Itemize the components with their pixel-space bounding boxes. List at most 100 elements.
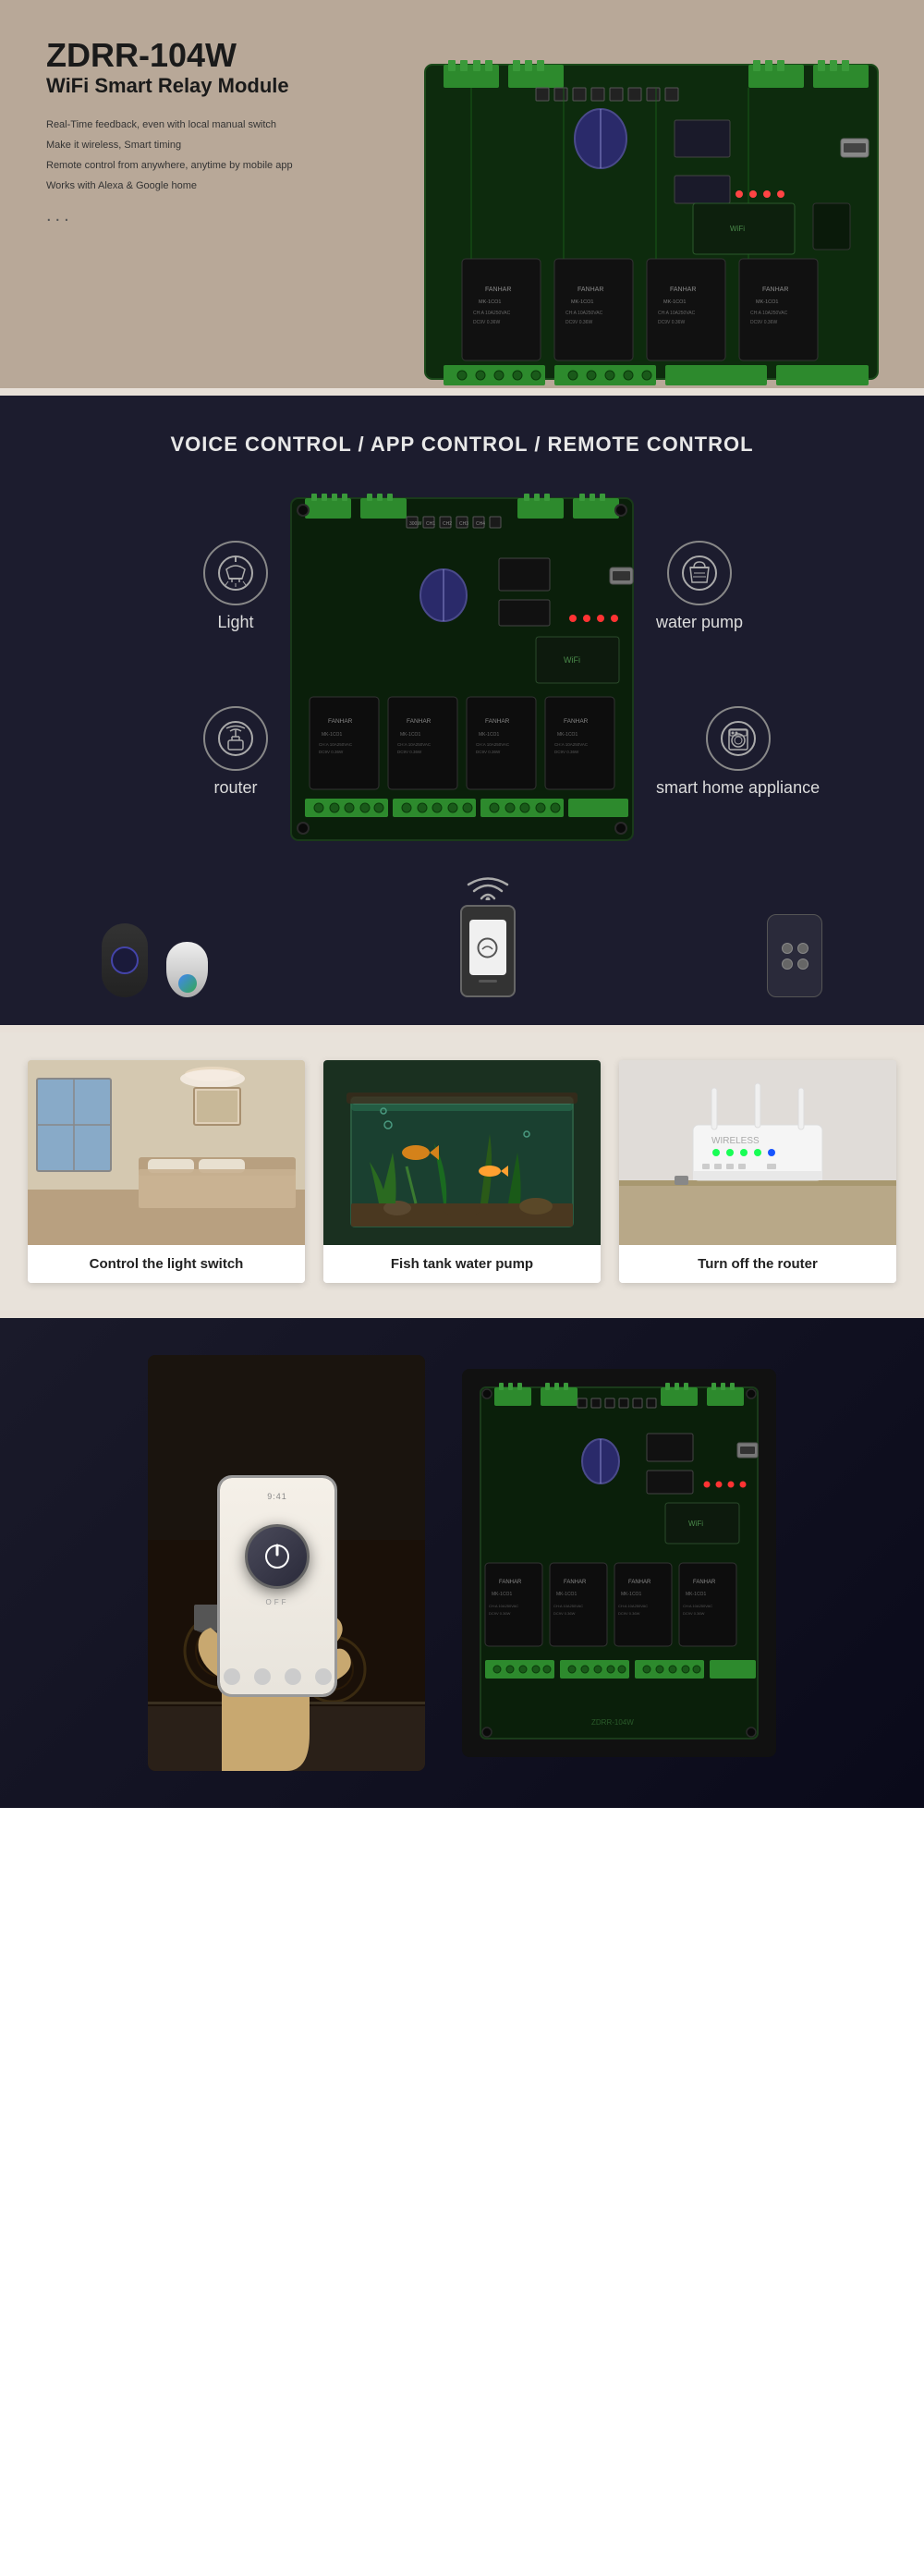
fishtank-photo xyxy=(323,1060,601,1245)
app-top-bar: 9:41 xyxy=(267,1492,287,1501)
app-pcb-right: WiFi FANHAR FANHAR FANHAR FANHAR MK-1CO1… xyxy=(462,1369,776,1757)
svg-text:DC9V 0.36W: DC9V 0.36W xyxy=(750,320,777,325)
svg-text:MK-1CO1: MK-1CO1 xyxy=(479,299,501,305)
pcb-center-image: 300W CH1 CH2 CH3 CH4 WiFi xyxy=(286,494,638,845)
svg-text:CH3: CH3 xyxy=(459,521,468,527)
off-label: OFF xyxy=(266,1598,289,1606)
router-label: router xyxy=(213,778,257,798)
svg-text:CH:A 10A250VAC: CH:A 10A250VAC xyxy=(554,742,589,747)
svg-text:DC9V 0.36W: DC9V 0.36W xyxy=(319,750,344,754)
svg-text:DC9V 0.36W: DC9V 0.36W xyxy=(397,750,422,754)
smart-home-icon-circle xyxy=(706,706,771,771)
svg-text:300W: 300W xyxy=(409,521,421,527)
svg-text:MK-1CO1: MK-1CO1 xyxy=(479,732,499,738)
svg-text:CH1: CH1 xyxy=(426,521,435,527)
feature-2: Make it wireless, Smart timing xyxy=(46,135,293,155)
fishtank-caption: Fish tank water pump xyxy=(323,1245,601,1283)
feature-3: Remote control from anywhere, anytime by… xyxy=(46,155,293,176)
smartphone-icon xyxy=(460,905,516,997)
svg-text:CH:A 10A250VAC: CH:A 10A250VAC xyxy=(553,1604,583,1608)
light-icon-block: Light xyxy=(203,541,268,632)
photo-cards-container: Control the light switch xyxy=(18,1060,906,1283)
app-section: 9:41 OFF xyxy=(0,1318,924,1808)
svg-text:DC9V 0.36W: DC9V 0.36W xyxy=(554,750,579,754)
product-model: ZDRR-104W xyxy=(46,37,293,74)
app-nav-icon-1[interactable] xyxy=(224,1668,240,1685)
light-icon xyxy=(217,555,254,592)
svg-text:WiFi: WiFi xyxy=(730,225,745,233)
light-icon-circle xyxy=(203,541,268,605)
svg-text:FANHAR: FANHAR xyxy=(485,718,510,725)
divider-3 xyxy=(0,1311,924,1318)
app-nav-icon-3[interactable] xyxy=(285,1668,301,1685)
water-pump-label: water pump xyxy=(656,613,743,632)
svg-text:FANHAR: FANHAR xyxy=(328,718,353,725)
svg-text:MK-1CO1: MK-1CO1 xyxy=(557,732,578,738)
google-home-icon xyxy=(166,942,208,997)
power-button[interactable] xyxy=(245,1524,310,1589)
svg-text:DC9V 0.36W: DC9V 0.36W xyxy=(473,320,500,325)
svg-text:CH:A 10A250VAC: CH:A 10A250VAC xyxy=(476,742,510,747)
svg-text:DC9V 0.36W: DC9V 0.36W xyxy=(489,1611,511,1616)
app-nav-icon-4[interactable] xyxy=(315,1668,332,1685)
pcb-board-2: WiFi FANHAR FANHAR FANHAR FANHAR MK-1CO1… xyxy=(471,1378,767,1748)
control-section: VOICE CONTROL / APP CONTROL / REMOTE CON… xyxy=(0,396,924,1025)
photo-cards-section: Control the light switch xyxy=(0,1032,924,1311)
divider-2 xyxy=(0,1025,924,1032)
app-nav xyxy=(217,1668,337,1685)
feature-1: Real-Time feedback, even with local manu… xyxy=(46,115,293,135)
voice-assistants xyxy=(102,923,208,997)
light-caption: Control the light switch xyxy=(28,1245,305,1283)
svg-text:CH:A 10A250VAC: CH:A 10A250VAC xyxy=(565,311,603,316)
amazon-echo-icon xyxy=(102,923,148,997)
power-icon xyxy=(263,1543,291,1570)
router-icon-circle xyxy=(203,706,268,771)
wifi-signal-icon xyxy=(465,873,511,900)
router-photo: WIRELESS xyxy=(619,1060,896,1245)
svg-text:CH:A 10A250VAC: CH:A 10A250VAC xyxy=(618,1604,648,1608)
svg-text:DC9V 0.36W: DC9V 0.36W xyxy=(553,1611,576,1616)
svg-text:MK-1CO1: MK-1CO1 xyxy=(663,299,686,305)
pcb-board-hero: FANHAR FANHAR FANHAR FANHAR MK-1CO1 MK-1… xyxy=(416,46,896,388)
svg-text:MK-1CO1: MK-1CO1 xyxy=(400,732,420,738)
svg-text:CH:A 10A250VAC: CH:A 10A250VAC xyxy=(319,742,353,747)
svg-text:FANHAR: FANHAR xyxy=(578,287,603,293)
app-phone[interactable]: 9:41 OFF xyxy=(217,1475,337,1697)
app-nav-icon-2[interactable] xyxy=(254,1668,271,1685)
svg-text:DC9V 0.36W: DC9V 0.36W xyxy=(683,1611,705,1616)
svg-text:FANHAR: FANHAR xyxy=(485,287,511,293)
smart-home-icon-block: smart home appliance xyxy=(656,706,820,798)
svg-text:FANHAR: FANHAR xyxy=(564,1580,587,1585)
svg-text:WiFi: WiFi xyxy=(688,1520,703,1528)
router-icon-block: router xyxy=(203,706,268,798)
svg-text:DC9V 0.36W: DC9V 0.36W xyxy=(565,320,592,325)
svg-text:CH2: CH2 xyxy=(443,521,452,527)
svg-text:FANHAR: FANHAR xyxy=(693,1580,716,1585)
svg-text:WiFi: WiFi xyxy=(564,655,580,665)
svg-text:FANHAR: FANHAR xyxy=(499,1580,522,1585)
svg-text:FANHAR: FANHAR xyxy=(407,718,432,725)
router-caption: Turn off the router xyxy=(619,1245,896,1283)
photo-card-light: Control the light switch xyxy=(28,1060,305,1283)
water-pump-icon-circle xyxy=(667,541,732,605)
light-label: Light xyxy=(217,613,253,632)
svg-text:MK-1CO1: MK-1CO1 xyxy=(571,299,593,305)
svg-text:MK-1CO1: MK-1CO1 xyxy=(556,1592,577,1597)
phone-control xyxy=(460,873,516,997)
hero-dots: ... xyxy=(46,205,293,226)
light-photo xyxy=(28,1060,305,1245)
svg-text:DC9V 0.36W: DC9V 0.36W xyxy=(476,750,501,754)
water-pump-icon-block: water pump xyxy=(656,541,743,632)
photo-card-router: WIRELESS Turn off the router xyxy=(619,1060,896,1283)
feature-list: Real-Time feedback, even with local manu… xyxy=(46,115,293,196)
product-title: WiFi Smart Relay Module xyxy=(46,74,293,98)
svg-text:DC9V 0.36W: DC9V 0.36W xyxy=(658,320,685,325)
remote-control-icon xyxy=(767,914,822,997)
svg-text:CH4: CH4 xyxy=(476,521,485,527)
svg-text:ZDRR-104W: ZDRR-104W xyxy=(591,1718,634,1727)
svg-text:MK-1CO1: MK-1CO1 xyxy=(621,1592,641,1597)
phone-screen-app: 9:41 OFF xyxy=(220,1478,334,1694)
svg-text:DC9V 0.36W: DC9V 0.36W xyxy=(618,1611,640,1616)
svg-text:MK-1CO1: MK-1CO1 xyxy=(756,299,778,305)
svg-text:MK-1CO1: MK-1CO1 xyxy=(686,1592,706,1597)
